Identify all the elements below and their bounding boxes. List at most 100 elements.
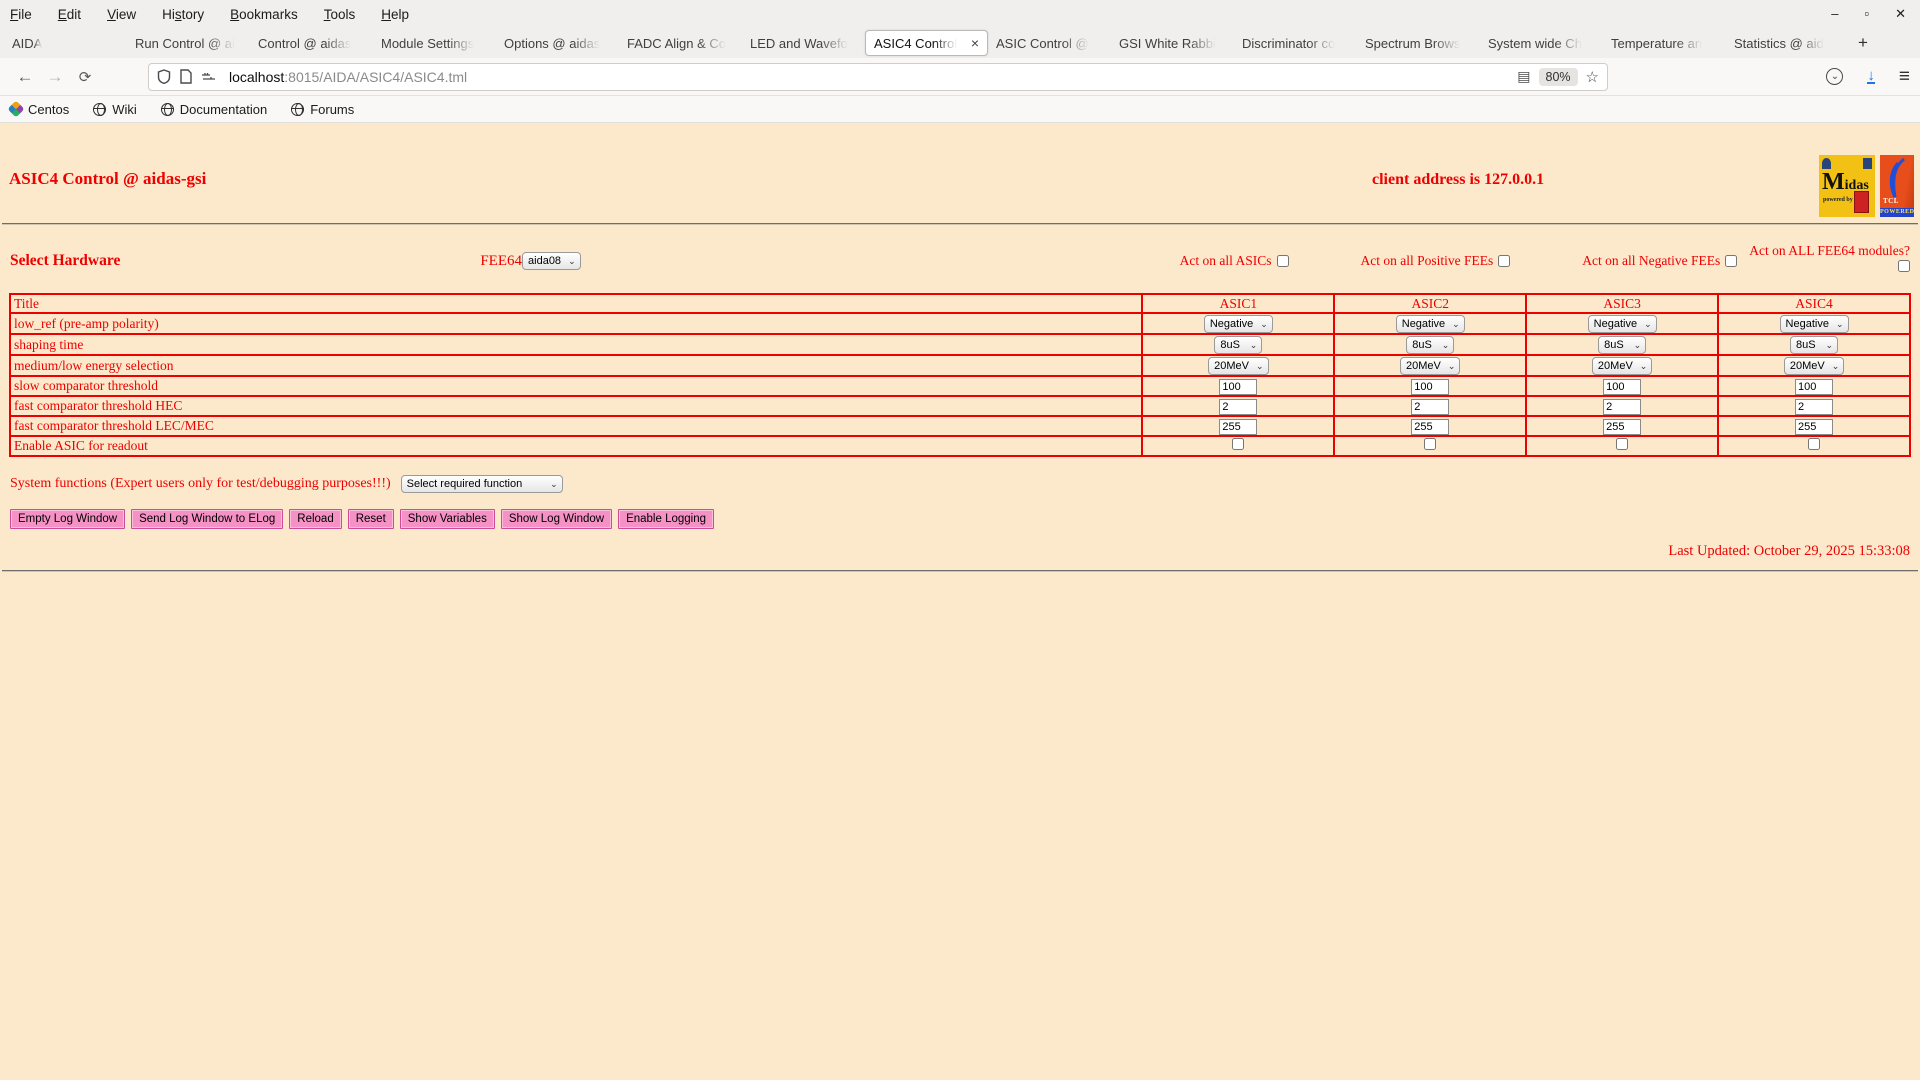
asic1-low-ref-pre-amp-polarity-select[interactable]: Negative⌄ [1204, 315, 1273, 333]
tab-control-aidas[interactable]: Control @ aidas [250, 28, 373, 58]
asic4-fast-comparator-threshold-lec-mec-input[interactable] [1795, 419, 1833, 435]
menu-help[interactable]: Help [381, 7, 409, 22]
minimize-icon[interactable]: – [1831, 0, 1838, 28]
asic4-shaping-time-select[interactable]: 8uS⌄ [1790, 336, 1838, 354]
asic2-slow-comparator-threshold-input[interactable] [1411, 379, 1449, 395]
asic1-medium-low-energy-selection-select[interactable]: 20MeV⌄ [1208, 357, 1268, 375]
page-info-icon[interactable] [180, 69, 192, 84]
column-header-asic4: ASIC4 [1718, 294, 1910, 313]
tab-options-aidas[interactable]: Options @ aidas [496, 28, 619, 58]
divider-top [2, 223, 1918, 225]
tcl-powered-logo[interactable]: TCL POWERED [1880, 155, 1914, 217]
asic3-fast-comparator-threshold-lec-mec-input[interactable] [1603, 419, 1641, 435]
tab-gsi-white-rabbi[interactable]: GSI White Rabbi [1111, 28, 1234, 58]
menu-tools[interactable]: Tools [324, 7, 356, 22]
asic3-slow-comparator-threshold-input[interactable] [1603, 379, 1641, 395]
button-reload[interactable]: Reload [289, 509, 341, 529]
button-show-variables[interactable]: Show Variables [400, 509, 495, 529]
asic2-shaping-time-select[interactable]: 8uS⌄ [1406, 336, 1454, 354]
bookmark-centos[interactable]: Centos [10, 102, 69, 117]
forward-icon[interactable]: → [40, 67, 70, 87]
tab-discriminator-co[interactable]: Discriminator co [1234, 28, 1357, 58]
fee64-label: FEE64 [480, 253, 522, 270]
button-reset[interactable]: Reset [348, 509, 394, 529]
asic4-enable-asic-for-readout-checkbox[interactable] [1808, 438, 1820, 450]
bookmark-forums[interactable]: Forums [291, 102, 354, 117]
asic3-medium-low-energy-selection-select[interactable]: 20MeV⌄ [1592, 357, 1652, 375]
button-send-log-window-to-elog[interactable]: Send Log Window to ELog [131, 509, 283, 529]
menu-file[interactable]: File [10, 7, 32, 22]
asic2-fast-comparator-threshold-hec-input[interactable] [1411, 399, 1449, 415]
bookmark-star-icon[interactable]: ☆ [1586, 68, 1599, 86]
asic1-shaping-time-select[interactable]: 8uS⌄ [1214, 336, 1262, 354]
zoom-level-badge[interactable]: 80% [1539, 68, 1578, 86]
act-checkbox-act-on-all-asics[interactable] [1277, 255, 1289, 267]
close-icon[interactable]: ✕ [1895, 0, 1906, 28]
row-label: low_ref (pre-amp polarity) [10, 313, 1142, 334]
bookmark-wiki[interactable]: Wiki [93, 102, 137, 117]
asic2-fast-comparator-threshold-lec-mec-input[interactable] [1411, 419, 1449, 435]
asic1-slow-comparator-threshold-input[interactable] [1219, 379, 1257, 395]
tab-spectrum-brows[interactable]: Spectrum Brows [1357, 28, 1480, 58]
button-empty-log-window[interactable]: Empty Log Window [10, 509, 125, 529]
select-value: 8uS [1796, 339, 1816, 351]
menu-hamburger-icon[interactable]: ≡ [1899, 66, 1910, 88]
tab-fadc-align-co[interactable]: FADC Align & Co [619, 28, 742, 58]
asic3-shaping-time-select[interactable]: 8uS⌄ [1598, 336, 1646, 354]
menu-history[interactable]: History [162, 7, 204, 22]
back-icon[interactable]: ← [10, 67, 40, 87]
chevron-down-icon: ⌄ [1634, 340, 1642, 350]
tab-module-settings[interactable]: Module Settings [373, 28, 496, 58]
tab-led-and-wavefo[interactable]: LED and Wavefo [742, 28, 865, 58]
new-tab-button[interactable]: + [1849, 28, 1877, 58]
act-checkbox-act-on-all-fee64-modules[interactable] [1898, 260, 1910, 272]
midas-powered-by: powered by [1823, 197, 1853, 203]
asic3-fast-comparator-threshold-hec-input[interactable] [1603, 399, 1641, 415]
asic2-low-ref-pre-amp-polarity-select[interactable]: Negative⌄ [1396, 315, 1465, 333]
maximize-icon[interactable]: ▫ [1864, 0, 1869, 28]
act-checkbox-act-on-all-negative-fees[interactable] [1725, 255, 1737, 267]
asic2-medium-low-energy-selection-select[interactable]: 20MeV⌄ [1400, 357, 1460, 375]
tab-asic-control[interactable]: ASIC Control @ [988, 28, 1111, 58]
midas-logo[interactable]: Midas powered by [1819, 155, 1875, 217]
asic1-fast-comparator-threshold-hec-input[interactable] [1219, 399, 1257, 415]
reader-mode-icon[interactable]: ▤ [1517, 68, 1530, 85]
asic1-enable-asic-for-readout-checkbox[interactable] [1232, 438, 1244, 450]
url-bar[interactable]: localhost:8015/AIDA/ASIC4/ASIC4.tml ▤ 80… [148, 63, 1608, 91]
system-function-select[interactable]: Select required function ⌄ [401, 475, 563, 493]
asic4-slow-comparator-threshold-input[interactable] [1795, 379, 1833, 395]
select-value: Negative [1786, 318, 1829, 330]
asic4-low-ref-pre-amp-polarity-select[interactable]: Negative⌄ [1780, 315, 1849, 333]
asic3-low-ref-pre-amp-polarity-select[interactable]: Negative⌄ [1588, 315, 1657, 333]
menu-view[interactable]: View [107, 7, 136, 22]
button-show-log-window[interactable]: Show Log Window [501, 509, 612, 529]
shield-icon[interactable] [157, 69, 171, 84]
menu-edit[interactable]: Edit [58, 7, 81, 22]
tab-title: LED and Wavefo [750, 36, 848, 51]
download-icon[interactable]: ↓ [1867, 69, 1875, 84]
table-header-row: TitleASIC1ASIC2ASIC3ASIC4 [10, 294, 1910, 313]
tab-aida[interactable]: AIDA [4, 28, 127, 58]
menu-bookmarks[interactable]: Bookmarks [230, 7, 298, 22]
connection-icon[interactable] [201, 71, 216, 83]
act-checkbox-act-on-all-positive-fees[interactable] [1498, 255, 1510, 267]
asic2-enable-asic-for-readout-checkbox[interactable] [1424, 438, 1436, 450]
tab-close-icon[interactable]: × [971, 35, 979, 51]
button-enable-logging[interactable]: Enable Logging [618, 509, 714, 529]
tab-statistics-aid[interactable]: Statistics @ aid [1726, 28, 1849, 58]
pocket-icon[interactable]: ⌄ [1826, 68, 1843, 85]
tab-system-wide-ch[interactable]: System wide Ch [1480, 28, 1603, 58]
asic3-enable-asic-for-readout-checkbox[interactable] [1616, 438, 1628, 450]
tab-run-control-ai[interactable]: Run Control @ ai [127, 28, 250, 58]
fee64-select[interactable]: aida08 ⌄ [522, 252, 581, 270]
tab-asic4-control[interactable]: ASIC4 Control× [865, 30, 988, 56]
tab-title: ASIC Control @ [996, 36, 1089, 51]
asic3-enable-asic-for-readout-cell [1526, 436, 1718, 456]
asic1-fast-comparator-threshold-lec-mec-input[interactable] [1219, 419, 1257, 435]
centos-icon [8, 101, 25, 118]
asic4-medium-low-energy-selection-select[interactable]: 20MeV⌄ [1784, 357, 1844, 375]
tab-temperature-an[interactable]: Temperature an [1603, 28, 1726, 58]
bookmark-documentation[interactable]: Documentation [161, 102, 267, 117]
reload-icon[interactable]: ⟳ [70, 68, 100, 86]
asic4-fast-comparator-threshold-hec-input[interactable] [1795, 399, 1833, 415]
